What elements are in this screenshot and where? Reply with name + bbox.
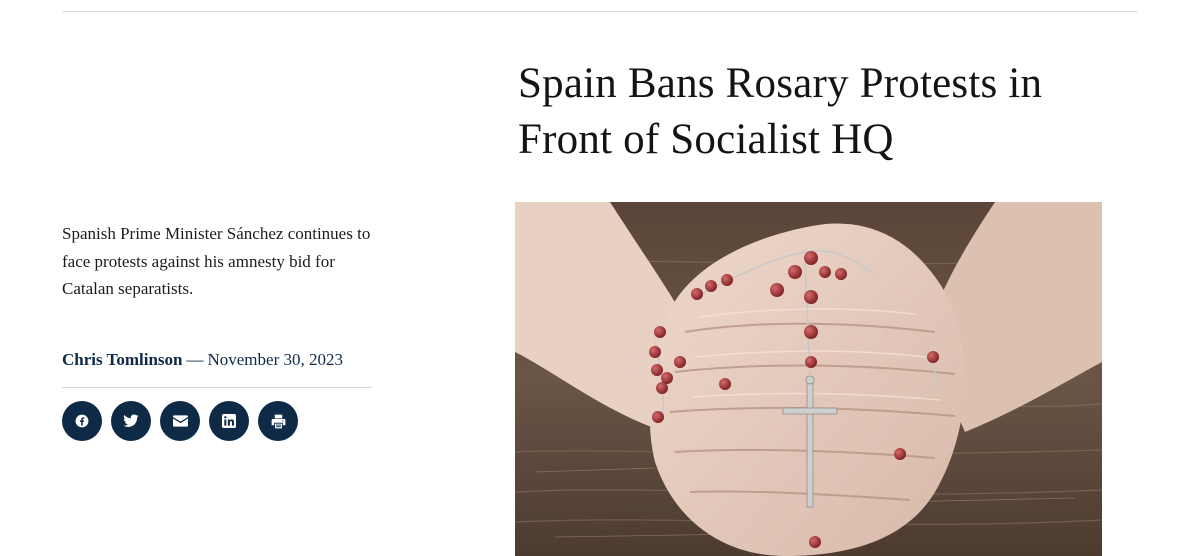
author-link[interactable]: Chris Tomlinson bbox=[62, 350, 182, 369]
print-button[interactable] bbox=[258, 401, 298, 441]
share-buttons bbox=[62, 401, 298, 441]
article-dek: Spanish Prime Minister Sánchez continues… bbox=[62, 224, 371, 298]
share-facebook-button[interactable] bbox=[62, 401, 102, 441]
twitter-icon bbox=[123, 414, 139, 427]
publish-date: November 30, 2023 bbox=[207, 350, 343, 369]
article-hero-image bbox=[515, 202, 1102, 556]
share-linkedin-button[interactable] bbox=[209, 401, 249, 441]
header-divider bbox=[62, 11, 1138, 12]
facebook-icon bbox=[75, 414, 89, 428]
share-email-button[interactable] bbox=[160, 401, 200, 441]
byline-divider bbox=[62, 387, 372, 388]
byline-separator: — bbox=[186, 350, 204, 369]
email-icon bbox=[172, 415, 188, 427]
byline: Chris Tomlinson — November 30, 2023 bbox=[62, 348, 343, 372]
share-twitter-button[interactable] bbox=[111, 401, 151, 441]
rosary-hands-image bbox=[515, 202, 1102, 556]
print-icon bbox=[271, 414, 285, 428]
article-title: Spain Bans Rosary Protests in Front of S… bbox=[518, 60, 1043, 163]
linkedin-icon bbox=[222, 414, 236, 428]
